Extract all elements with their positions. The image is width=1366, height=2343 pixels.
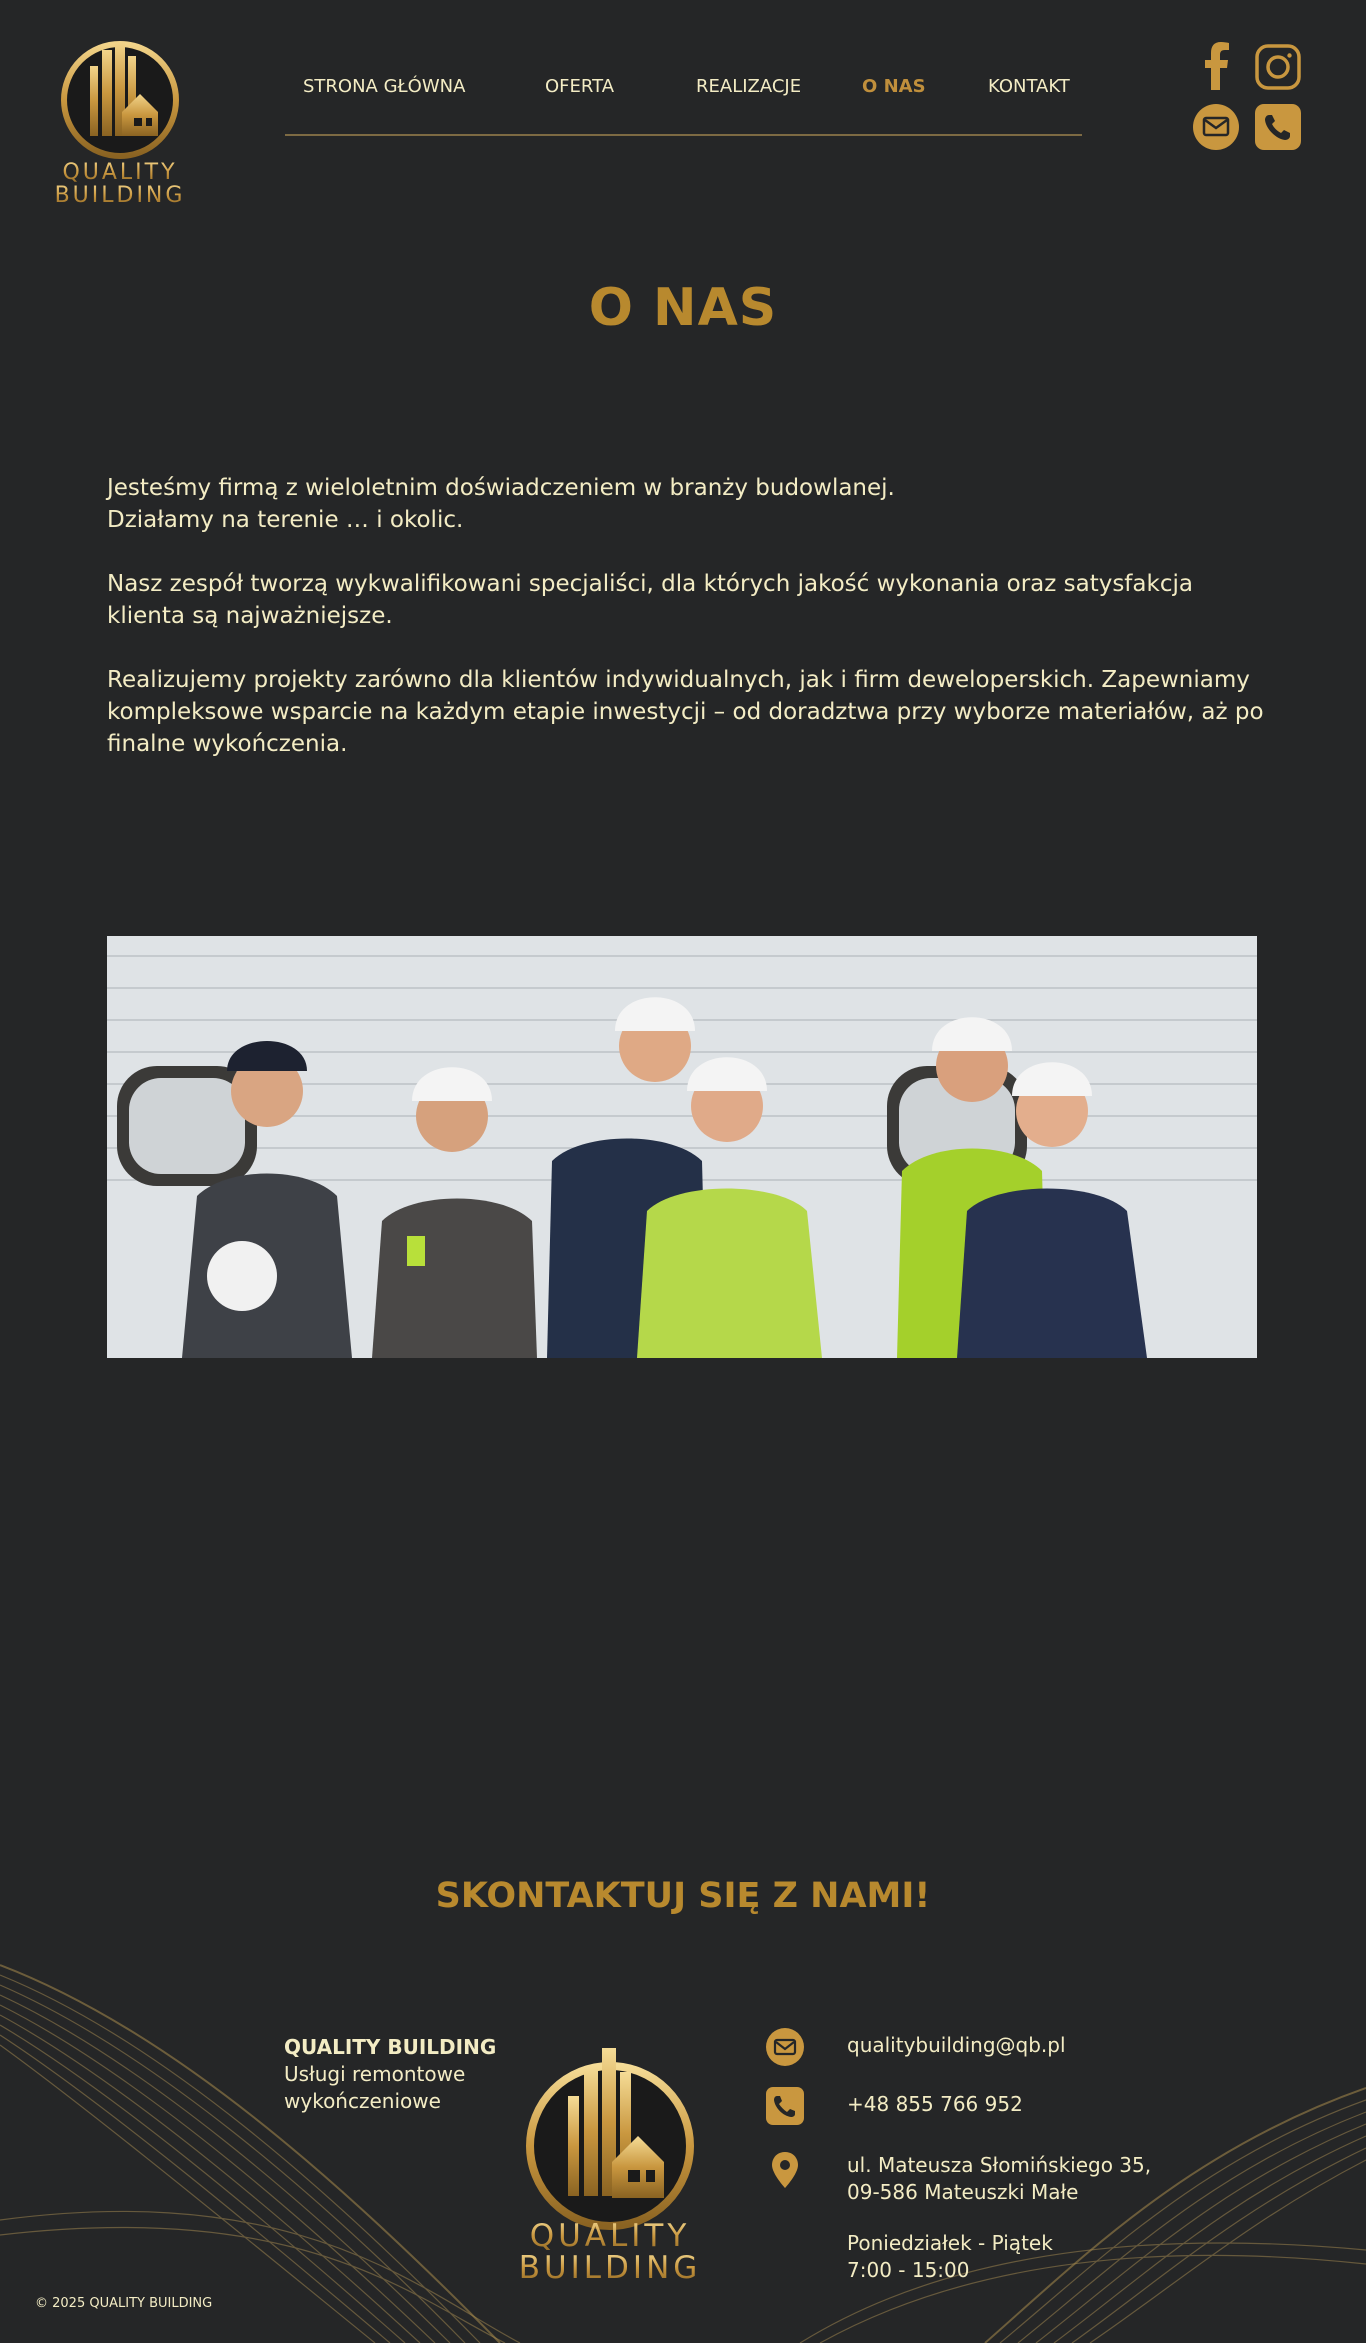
footer-logo: QUALITY BUILDING <box>512 2036 708 2282</box>
facebook-icon[interactable] <box>1196 42 1238 90</box>
team-photo <box>107 936 1257 1358</box>
hours-time: 7:00 - 15:00 <box>847 2258 970 2282</box>
address-line-1: ul. Mateusza Słomińskiego 35, <box>847 2153 1152 2177</box>
hours-days: Poniedziałek - Piątek <box>847 2231 1053 2255</box>
location-pin-icon <box>772 2152 798 2188</box>
page-title: O NAS <box>588 278 778 338</box>
logo-text-building: BUILDING <box>55 183 186 206</box>
contact-hours-text: Poniedziałek - Piątek 7:00 - 15:00 <box>847 2230 1053 2284</box>
company-description-line1: Usługi remontowe <box>284 2062 466 2086</box>
about-paragraph-1b: Działamy na terenie … i okolic. <box>107 507 464 533</box>
company-description-line2: wykończeniowe <box>284 2089 441 2113</box>
nav-item-contact[interactable]: KONTAKT <box>988 76 1070 97</box>
footer-logo-text-building: BUILDING <box>519 2250 702 2282</box>
logo-text-quality: QUALITY <box>62 160 177 185</box>
nav-item-home[interactable]: STRONA GŁÓWNA <box>303 76 465 97</box>
contact-address-text: ul. Mateusza Słomińskiego 35, 09-586 Mat… <box>847 2152 1151 2206</box>
nav-item-about[interactable]: O NAS <box>862 76 926 97</box>
about-paragraph-1a: Jesteśmy firmą z wieloletnim doświadczen… <box>107 475 895 501</box>
about-text: Jesteśmy firmą z wieloletnim doświadczen… <box>107 472 1267 792</box>
about-paragraph-2: Nasz zespół tworzą wykwalifikowani specj… <box>107 571 1193 629</box>
nav-item-projects[interactable]: REALIZACJE <box>696 76 801 97</box>
address-line-2: 09-586 Mateuszki Małe <box>847 2180 1079 2204</box>
company-name: QUALITY BUILDING <box>284 2035 497 2059</box>
copyright-text: © 2025 QUALITY BUILDING <box>35 2296 213 2311</box>
company-info: QUALITY BUILDING Usługi remontowe wykońc… <box>284 2034 504 2115</box>
instagram-icon[interactable] <box>1255 44 1301 90</box>
contact-heading: SKONTAKTUJ SIĘ Z NAMI! <box>435 1876 931 1916</box>
footer-logo-text-quality: QUALITY <box>530 2218 691 2254</box>
email-icon[interactable] <box>1193 104 1239 150</box>
contact-phone-text[interactable]: +48 855 766 952 <box>847 2091 1023 2118</box>
nav-item-offer[interactable]: OFERTA <box>545 76 614 97</box>
phone-icon <box>766 2087 804 2125</box>
header-logo[interactable]: QUALITY BUILDING <box>52 36 188 206</box>
main-nav: STRONA GŁÓWNA OFERTA REALIZACJE O NAS KO… <box>285 70 1082 136</box>
about-paragraph-3: Realizujemy projekty zarówno dla klientó… <box>107 667 1264 757</box>
phone-icon[interactable] <box>1255 104 1301 150</box>
contact-email-text[interactable]: qualitybuilding@qb.pl <box>847 2032 1066 2059</box>
email-icon <box>766 2028 804 2066</box>
